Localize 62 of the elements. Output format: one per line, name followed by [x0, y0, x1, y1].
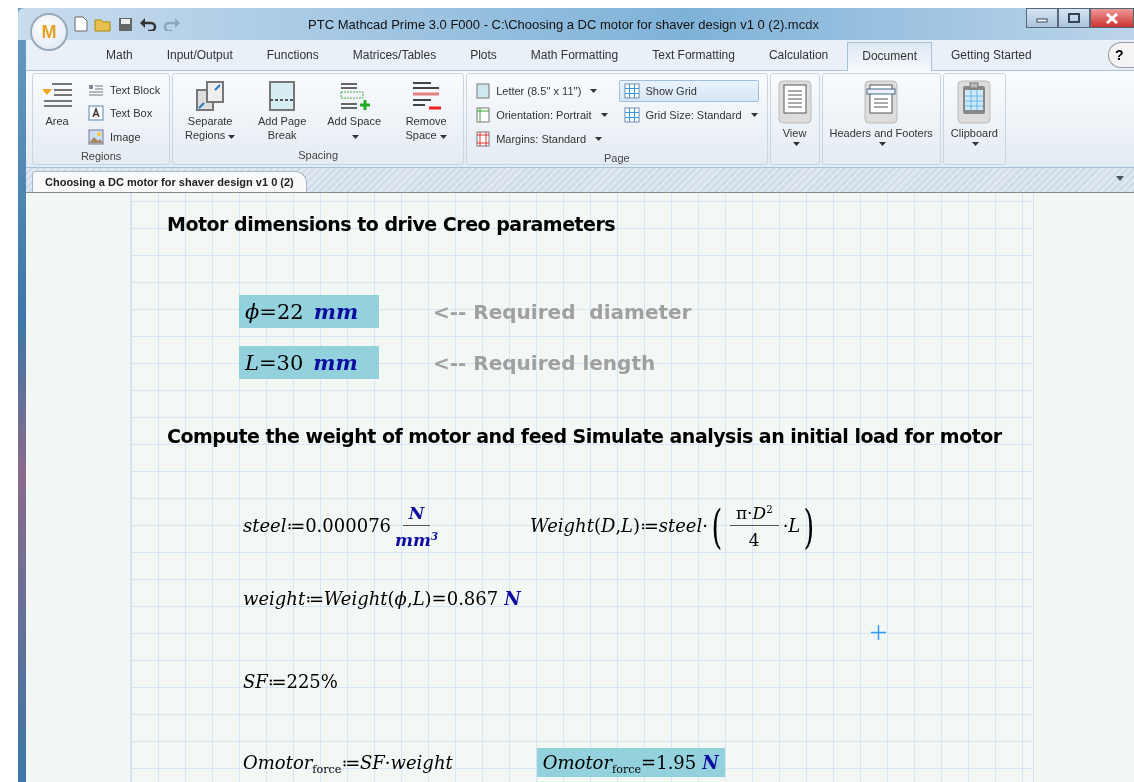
- ribbon-button[interactable]: Letter (8.5'' x 11''): [471, 80, 613, 102]
- ribbon-tab[interactable]: Document: [847, 42, 932, 71]
- ribbon-tab[interactable]: Plots: [455, 41, 512, 70]
- maximize-icon: [1068, 13, 1080, 23]
- ribbon-tab[interactable]: Functions: [251, 41, 334, 70]
- header-footer-icon: [864, 80, 899, 124]
- ribbon-tab[interactable]: Math: [91, 41, 148, 70]
- add-space-icon: [337, 80, 372, 112]
- ribbon-button[interactable]: Separate Regions: [177, 76, 244, 144]
- ribbon-tab[interactable]: Input/Output: [151, 41, 248, 70]
- crosshair-cursor-icon: [871, 625, 886, 640]
- ribbon-button[interactable]: Grid Size: Standard: [618, 104, 763, 126]
- section-heading: Compute the weight of motor and feed Simulate analysis an initial load for motor: [167, 425, 1003, 447]
- orientation-icon: [476, 107, 491, 123]
- help-button[interactable]: ?: [1108, 42, 1134, 68]
- ribbon-tab[interactable]: Calculation: [753, 41, 844, 70]
- clipboard-icon: [957, 80, 992, 124]
- parenthesis: (: [711, 503, 723, 550]
- ribbon-tab[interactable]: Math Formatting: [515, 41, 634, 70]
- math-expression: Omotor$_{force}$≔SF·weight: [242, 751, 454, 777]
- document-tab[interactable]: Choosing a DC motor for shaver design v1 0 (2): [32, 171, 307, 192]
- maximize-button[interactable]: [1058, 8, 1090, 28]
- ribbon-button[interactable]: Margins: Standard: [471, 128, 613, 150]
- group-label: Regions: [79, 149, 123, 164]
- page-view-icon: [777, 80, 812, 124]
- math-expression: weight≔Weight(ϕ,L)=0.867 N: [242, 587, 523, 611]
- text-block-icon: [88, 83, 104, 97]
- new-file-icon[interactable]: [74, 16, 88, 32]
- margins-icon: [476, 131, 491, 147]
- close-icon: [1106, 12, 1118, 24]
- grid-icon: [623, 107, 640, 123]
- section-heading: Motor dimensions to drive Creo parameters: [167, 213, 617, 235]
- save-icon[interactable]: [118, 16, 133, 32]
- ribbon-button[interactable]: Text Block: [83, 80, 166, 100]
- ribbon-button[interactable]: Add Page Break: [249, 76, 316, 144]
- group-label: Page: [602, 151, 631, 166]
- ribbon-button[interactable]: Orientation: Portrait: [471, 104, 613, 126]
- input-expression[interactable]: L=30 mm: [239, 346, 379, 379]
- ribbon-tab[interactable]: Getting Started: [936, 41, 1047, 70]
- comment-text: <-- Required length: [433, 350, 656, 375]
- ribbon-button[interactable]: Remove Space: [393, 76, 460, 144]
- result-expression[interactable]: Omotor$_{force}$=1.95 N: [536, 748, 725, 777]
- area-button[interactable]: Area: [37, 76, 77, 130]
- undo-icon[interactable]: [139, 17, 157, 31]
- image-icon: [88, 129, 104, 145]
- close-button[interactable]: [1090, 8, 1134, 28]
- input-expression[interactable]: ϕ=22 mm: [239, 295, 379, 328]
- ribbon-button[interactable]: Add Space: [321, 76, 388, 144]
- grid-icon: [623, 83, 640, 99]
- group-label: Spacing: [297, 148, 339, 163]
- minimize-button[interactable]: [1026, 8, 1058, 28]
- page-size-icon: [476, 83, 491, 99]
- ribbon-button[interactable]: Show Grid: [618, 80, 759, 102]
- text-box-icon: [88, 105, 104, 121]
- comment-text: <-- Required diameter: [433, 299, 692, 324]
- window-title: PTC Mathcad Prime 3.0 F000 - C:\Choosing a DC motor for shaver design v1 0 (2).mcdx: [307, 16, 820, 32]
- math-expression: SF≔225%: [242, 670, 339, 694]
- ribbon-tab[interactable]: Matrices/Tables: [337, 41, 452, 70]
- ribbon-button[interactable]: Text Box: [83, 102, 166, 124]
- parenthesis: ): [803, 503, 815, 550]
- ribbon-tab[interactable]: Text Formatting: [637, 41, 750, 70]
- ribbon-button[interactable]: Image: [83, 126, 166, 148]
